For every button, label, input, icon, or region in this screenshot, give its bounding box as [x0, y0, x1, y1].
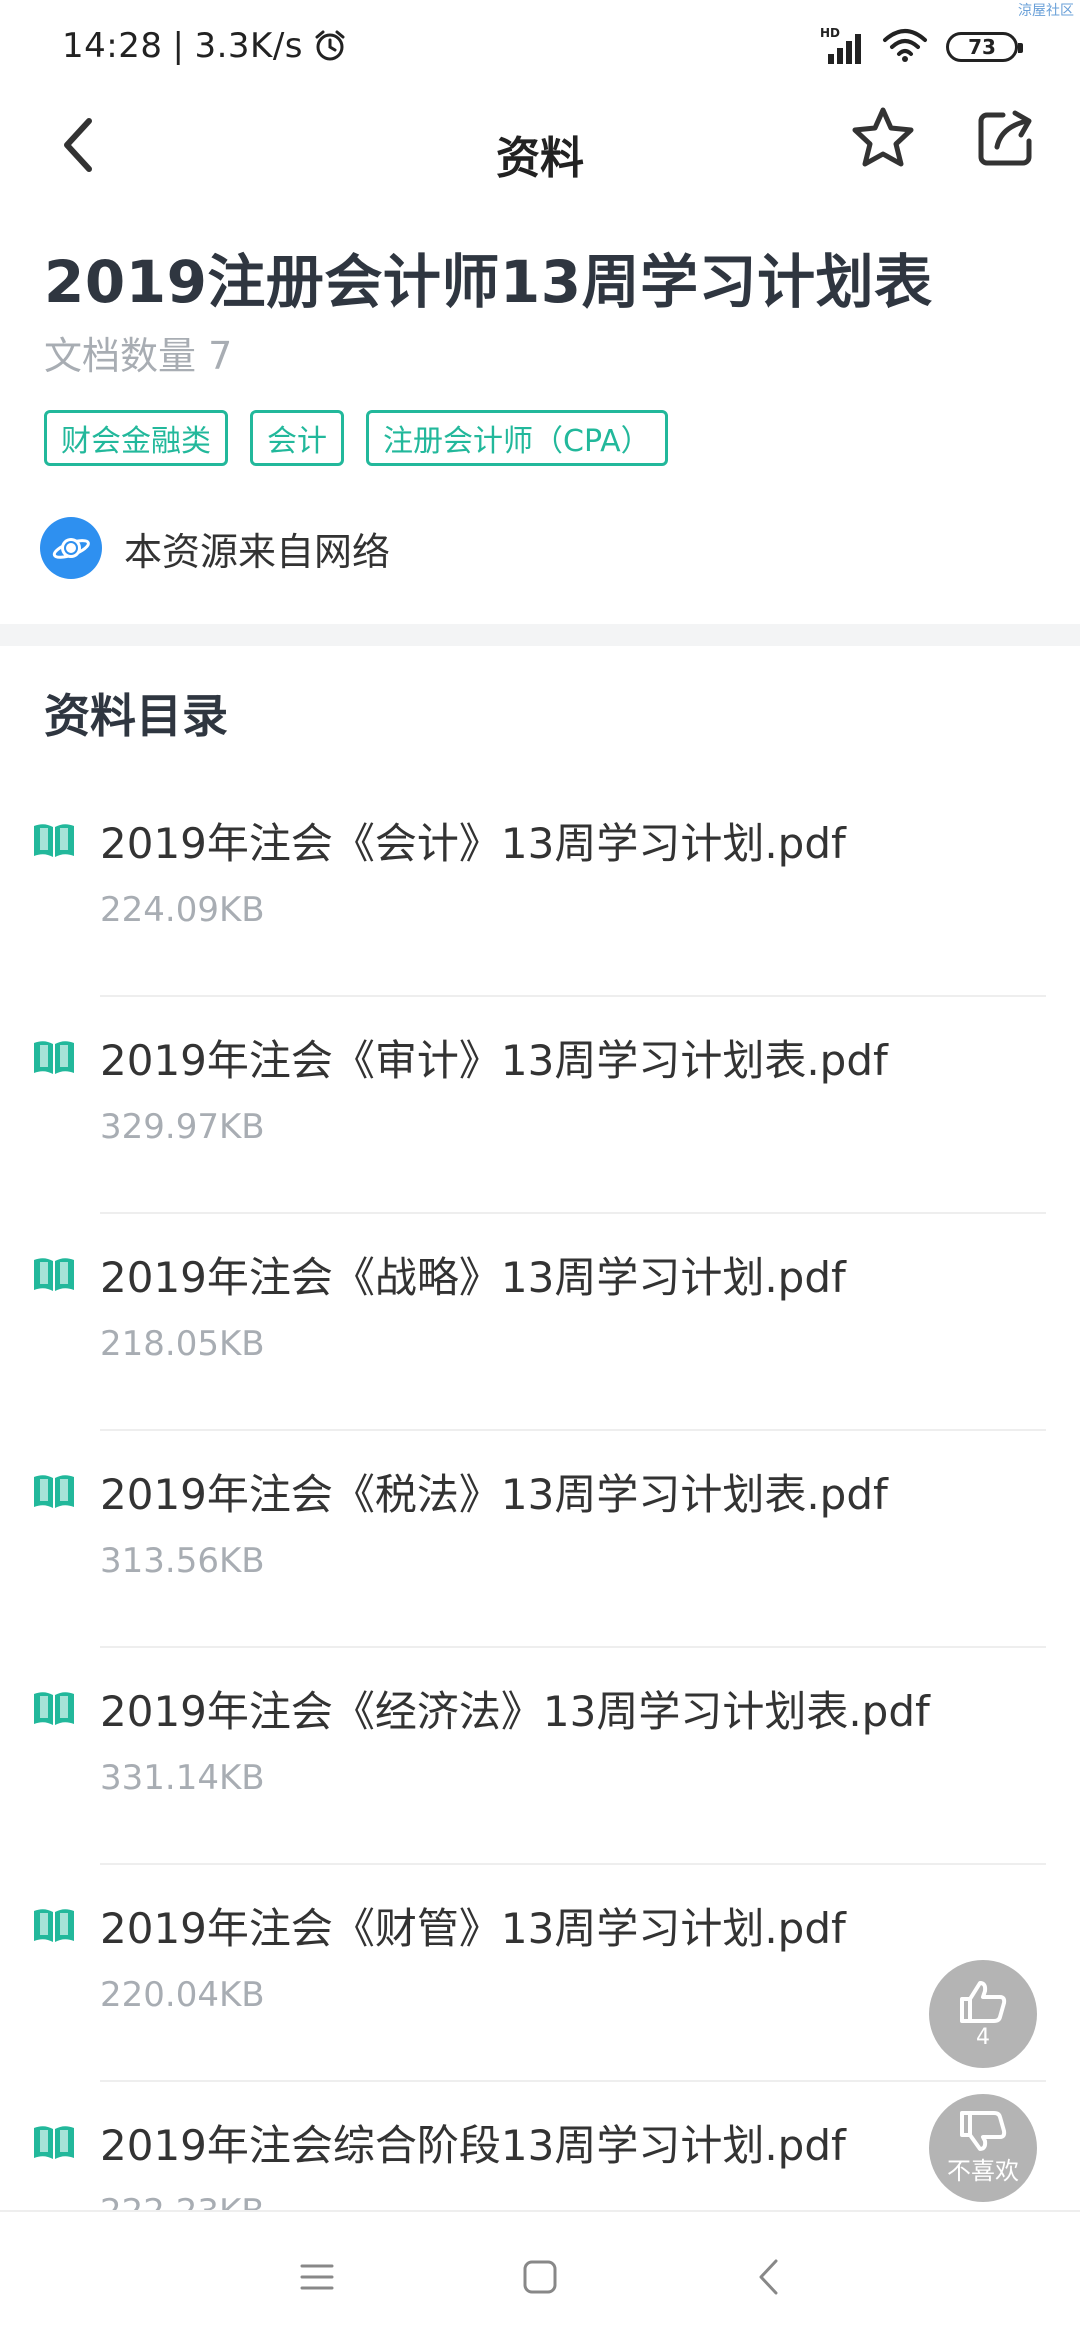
- chevron-left-icon: [759, 2259, 778, 2295]
- tag-accounting[interactable]: 会计: [250, 410, 344, 466]
- source-text: 本资源来自网络: [124, 529, 391, 574]
- like-button[interactable]: 4: [929, 1960, 1037, 2068]
- file-name: 2019年注会《税法》13周学习计划表.pdf: [100, 1470, 888, 1519]
- like-count: 4: [976, 2024, 990, 2050]
- book-icon: [34, 824, 74, 857]
- menu-icon: [300, 2264, 334, 2290]
- document-count: 文档数量 7: [44, 334, 233, 378]
- nav-back-button[interactable]: [733, 2242, 803, 2312]
- file-size: 329.97KB: [100, 1107, 265, 1147]
- share-button[interactable]: [960, 94, 1050, 184]
- file-item[interactable]: 2019年注会《审计》13周学习计划表.pdf 329.97KB: [0, 997, 1080, 1214]
- file-size: 218.05KB: [100, 1324, 265, 1364]
- status-time: 14:28: [62, 26, 163, 66]
- header: 资料: [0, 90, 1080, 220]
- book-icon: [34, 2126, 74, 2159]
- tag-list: 财会金融类 会计 注册会计师（CPA）: [44, 410, 668, 466]
- file-item[interactable]: 2019年注会《战略》13周学习计划.pdf 218.05KB: [0, 1214, 1080, 1431]
- file-item[interactable]: 2019年注会《经济法》13周学习计划表.pdf 331.14KB: [0, 1648, 1080, 1865]
- file-list: 2019年注会《会计》13周学习计划.pdf 224.09KB 2019年注会《…: [0, 780, 1080, 2299]
- favorite-button[interactable]: [838, 94, 928, 184]
- source-info: 本资源来自网络: [40, 517, 390, 579]
- book-icon: [34, 1475, 74, 1508]
- page: 14:28 | 3.3K/s HD 73 涼屋社区 资料 2019注册会计师13…: [0, 0, 1080, 2340]
- file-item[interactable]: 2019年注会《财管》13周学习计划.pdf 220.04KB: [0, 1865, 1080, 2082]
- system-nav-bar: [0, 2210, 1080, 2340]
- file-size: 331.14KB: [100, 1758, 265, 1798]
- file-size: 224.09KB: [100, 890, 265, 930]
- wifi-icon: [882, 28, 928, 66]
- book-icon: [34, 1258, 74, 1291]
- watermark: 涼屋社区: [1018, 3, 1074, 19]
- file-name: 2019年注会《经济法》13周学习计划表.pdf: [100, 1687, 930, 1736]
- share-icon: [978, 110, 1032, 166]
- file-item[interactable]: 2019年注会《税法》13周学习计划表.pdf 313.56KB: [0, 1431, 1080, 1648]
- status-bar: 14:28 | 3.3K/s HD 73 涼屋社区: [0, 0, 1080, 90]
- nav-home-button[interactable]: [505, 2242, 575, 2312]
- dislike-button[interactable]: 不喜欢: [929, 2094, 1037, 2202]
- file-item[interactable]: 2019年注会《会计》13周学习计划.pdf 224.09KB: [0, 780, 1080, 997]
- file-name: 2019年注会综合阶段13周学习计划.pdf: [100, 2121, 846, 2170]
- dislike-label: 不喜欢: [947, 2156, 1019, 2185]
- document-title: 2019注册会计师13周学习计划表: [44, 248, 933, 316]
- status-separator: |: [172, 26, 185, 66]
- file-name: 2019年注会《审计》13周学习计划表.pdf: [100, 1036, 888, 1085]
- file-size: 313.56KB: [100, 1541, 265, 1581]
- file-name: 2019年注会《战略》13周学习计划.pdf: [100, 1253, 846, 1302]
- planet-icon: [40, 517, 102, 579]
- file-name: 2019年注会《会计》13周学习计划.pdf: [100, 819, 846, 868]
- file-name: 2019年注会《财管》13周学习计划.pdf: [100, 1904, 846, 1953]
- file-size: 220.04KB: [100, 1975, 265, 2015]
- section-divider: [0, 624, 1080, 646]
- book-icon: [34, 1692, 74, 1725]
- battery-indicator: 73: [946, 32, 1023, 62]
- status-right: HD 73: [820, 26, 1023, 66]
- catalog-title: 资料目录: [44, 689, 228, 743]
- nav-menu-button[interactable]: [282, 2242, 352, 2312]
- home-square-icon: [523, 2260, 557, 2294]
- star-icon: [852, 107, 914, 167]
- book-icon: [34, 1041, 74, 1074]
- thumbs-up-icon: [960, 1980, 1007, 2023]
- alarm-icon: [313, 29, 347, 63]
- tag-finance[interactable]: 财会金融类: [44, 410, 228, 466]
- status-speed: 3.3K/s: [194, 26, 303, 66]
- thumbs-down-icon: [960, 2110, 1007, 2151]
- signal-icon: HD: [820, 26, 864, 64]
- tag-cpa[interactable]: 注册会计师（CPA）: [366, 410, 668, 466]
- book-icon: [34, 1909, 74, 1942]
- status-left: 14:28 | 3.3K/s: [62, 26, 347, 66]
